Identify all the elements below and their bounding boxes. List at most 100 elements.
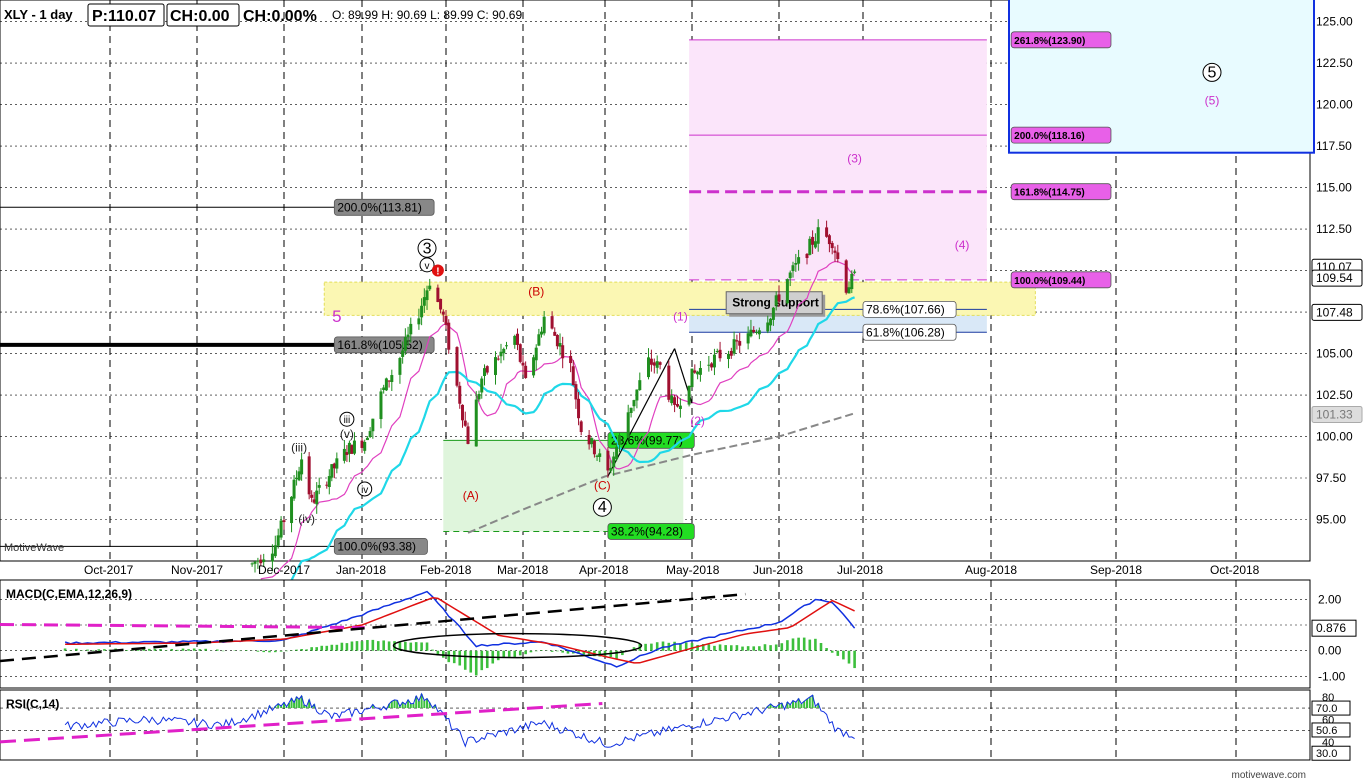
zone-green [443,440,684,532]
candle-body [712,354,716,368]
candle-body [483,368,486,376]
candle-body [794,262,798,265]
macd-hist-bar [741,646,744,651]
macd-hist-bar [350,641,354,651]
macd-hist-bar [836,650,840,656]
price-tick-label: 115.00 [1316,181,1352,195]
macd-hist-bar [63,648,67,651]
rsi-tag: 30.0 [1316,748,1337,760]
candle-body [690,368,694,388]
chart-canvas: 200.0%(113.81) 161.8%(105.52) 100.0%(93.38… [0,0,1363,781]
macd-hist-bar [366,640,369,651]
macd-hist-bar [176,649,179,651]
candle-body [474,399,478,447]
candle-body [710,363,714,368]
candle-body [499,351,503,357]
candle-body [379,391,383,420]
candle-body [444,315,448,325]
candle-body [485,366,489,373]
candle-body [587,434,591,445]
candle-body [693,370,697,373]
macd-hist-bar [507,650,511,657]
macd-hist-bar [529,650,533,653]
macd-hist-bar [819,642,823,651]
change-pct-value: CH:0.00% [243,8,317,25]
candle-body [439,298,443,310]
candle-body [757,330,761,335]
price-tick-label: 102.50 [1316,388,1353,402]
macd-hist-bar [463,650,467,670]
candle-body [540,331,544,335]
candle-body [647,357,650,378]
price-tick-label: 100.00 [1316,430,1353,444]
macd-hist-bar [853,650,856,669]
macd-hist-bar [345,643,349,651]
macd-hist-bar [425,642,429,651]
candle-body [678,405,682,409]
candle-body [534,347,538,361]
candle-body [579,421,583,433]
wave-label: (2) [690,414,705,428]
candle-body [425,290,429,301]
macd-hist-bar [441,650,445,658]
wave-label: iv [361,485,368,496]
candle-body [707,364,711,366]
candle-body [847,287,851,294]
wave-label: (1) [673,309,688,323]
candle-body [785,279,789,304]
date-tick-label: Dec-2017 [258,563,310,577]
main-panel: 200.0%(113.81) 161.8%(105.52) 100.0%(93.38… [0,0,1363,596]
candle-body [632,400,636,407]
candle-body [766,322,770,332]
candle-body [398,358,402,375]
macd-hist-bar [216,649,219,651]
candle-body [836,252,840,260]
candle-body [317,485,321,488]
macd-hist-bar [847,650,851,664]
candle-body [598,453,602,457]
candle-body [310,494,314,498]
price-tick-label: 112.50 [1316,222,1352,236]
wave-label: (iii) [291,440,307,454]
wave-label: (v) [340,427,354,441]
macd-hist-bar [735,645,739,651]
candle-body [670,395,674,404]
candle-body [635,389,639,401]
macd-hist-bar [198,649,202,651]
candle-body [606,450,610,471]
candle-body [256,560,260,562]
candle-body [698,367,702,375]
rsi-panel: 30405060708070.050.630.0 RSI(C,14) [0,689,1351,761]
macd-hist-bar [262,650,265,653]
date-axis: Oct-2017 Nov-2017 Dec-2017 Jan-2018 Feb-2018… [84,563,1260,577]
candle-body [771,307,775,320]
candle-body [816,227,820,244]
price-tick-label: 122.50 [1316,56,1353,70]
macd-hist-bar [431,649,434,651]
macd-hist-bar [310,647,313,651]
candle-body [363,441,367,451]
macd-hist-bar [315,647,319,651]
candle-body [532,357,536,376]
macd-hist-bar [763,644,767,651]
candle-body [791,265,795,272]
candle-body [844,260,848,293]
candle-body [461,404,464,421]
candle-body [368,431,372,437]
macd-hist-bar [480,650,484,671]
candle-body [553,331,557,336]
macd-hist-bar [387,641,391,651]
symbol-label: XLY - 1 day [4,7,73,22]
candle-body [387,380,391,382]
candle-body [282,520,286,523]
macd-hist-bar [808,639,812,651]
date-tick-label: Jun-2018 [753,563,803,577]
date-tick-label: Feb-2018 [420,563,472,577]
fib-label: 100.0%(93.38) [337,539,416,553]
date-tick-label: Aug-2018 [965,563,1017,577]
price-tick-label: 105.00 [1316,347,1353,361]
macd-hist-bar [330,644,334,651]
candle-body [300,459,304,475]
macd-hist-bar [724,645,727,651]
fib-label: 161.8%(114.75) [1014,188,1085,199]
